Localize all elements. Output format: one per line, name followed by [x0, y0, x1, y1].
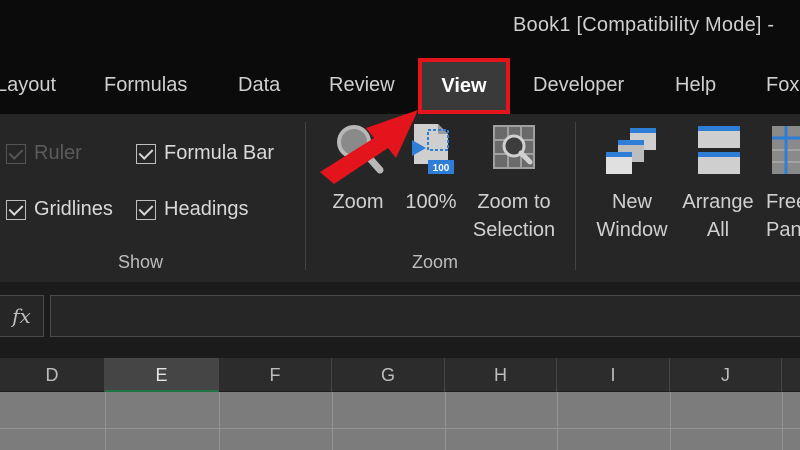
- zoom-label: Zoom: [332, 191, 384, 213]
- grid-line: [445, 392, 446, 450]
- grid-line: [670, 392, 671, 450]
- column-headers: D E F G H I J: [0, 358, 800, 392]
- group-separator: [575, 122, 576, 270]
- column-header-f[interactable]: F: [219, 358, 332, 392]
- gridlines-check-icon: [6, 199, 26, 220]
- grid-line: [219, 392, 220, 450]
- grid-line: [782, 392, 783, 450]
- zoom-to-selection-line2: Selection: [472, 219, 556, 241]
- new-window-icon: [606, 128, 656, 174]
- column-header-g[interactable]: G: [332, 358, 445, 392]
- window-title: Book1 [Compatibility Mode] -: [513, 14, 775, 36]
- tab-layout[interactable]: Layout: [0, 74, 56, 97]
- zoom-to-selection-button[interactable]: Zoom to Selection: [468, 120, 560, 244]
- freeze-panes-line1: Free: [766, 191, 800, 213]
- zoom-to-selection-icon: [493, 125, 535, 169]
- grid-line: [332, 392, 333, 450]
- tab-view[interactable]: View: [418, 58, 510, 114]
- new-window-line1: New: [611, 191, 652, 213]
- tab-review[interactable]: Review: [329, 74, 395, 97]
- grid-line: [105, 392, 106, 450]
- headings-label: Headings: [164, 198, 249, 220]
- column-header-j[interactable]: J: [670, 358, 782, 392]
- title-bar: Book1 [Compatibility Mode] -: [0, 0, 800, 58]
- column-header-e[interactable]: E: [105, 358, 219, 392]
- zoom-100-icon-text: 100: [433, 163, 450, 174]
- tab-developer[interactable]: Developer: [533, 74, 624, 97]
- ruler-check-icon: [6, 143, 26, 164]
- gridlines-checkbox[interactable]: Gridlines: [6, 198, 113, 221]
- formula-bar-label: Formula Bar: [164, 142, 275, 164]
- show-group-label: Show: [118, 252, 164, 272]
- group-separator: [305, 122, 306, 270]
- freeze-panes-button[interactable]: Free Pan: [762, 120, 800, 244]
- tab-view-label: View: [441, 75, 487, 97]
- grid-line: [0, 428, 800, 429]
- tab-fox[interactable]: Fox: [766, 74, 799, 97]
- arrange-all-button[interactable]: Arrange All: [676, 120, 760, 244]
- arrange-all-line1: Arrange: [682, 191, 754, 213]
- insert-function-button[interactable]: fx: [0, 295, 44, 337]
- new-window-button[interactable]: New Window: [590, 120, 674, 244]
- zoom-to-selection-line1: Zoom to: [477, 191, 551, 213]
- new-window-line2: Window: [596, 219, 668, 241]
- column-header-d[interactable]: D: [0, 358, 105, 392]
- freeze-panes-icon: [772, 126, 800, 174]
- formula-bar-check-icon: [136, 143, 156, 164]
- ruler-label: Ruler: [34, 142, 82, 164]
- headings-checkbox[interactable]: Headings: [136, 198, 249, 221]
- grid-line: [557, 392, 558, 450]
- tab-formulas[interactable]: Formulas: [104, 74, 187, 97]
- zoom-group-label: Zoom: [412, 252, 459, 272]
- worksheet-grid[interactable]: [0, 392, 800, 450]
- tab-data[interactable]: Data: [238, 74, 280, 97]
- gridlines-label: Gridlines: [34, 198, 113, 220]
- tab-help[interactable]: Help: [675, 74, 716, 97]
- headings-check-icon: [136, 199, 156, 220]
- freeze-panes-line2: Pan: [766, 219, 800, 241]
- column-header-h[interactable]: H: [445, 358, 557, 392]
- zoom-100-label: 100%: [405, 191, 457, 213]
- arrange-all-icon: [698, 126, 740, 174]
- formula-bar-checkbox[interactable]: Formula Bar: [136, 142, 274, 165]
- formula-input[interactable]: [50, 295, 800, 337]
- arrange-all-line2: All: [706, 219, 730, 241]
- red-arrow-annotation: [320, 110, 418, 184]
- ruler-checkbox[interactable]: Ruler: [6, 142, 82, 165]
- column-header-i[interactable]: I: [557, 358, 670, 392]
